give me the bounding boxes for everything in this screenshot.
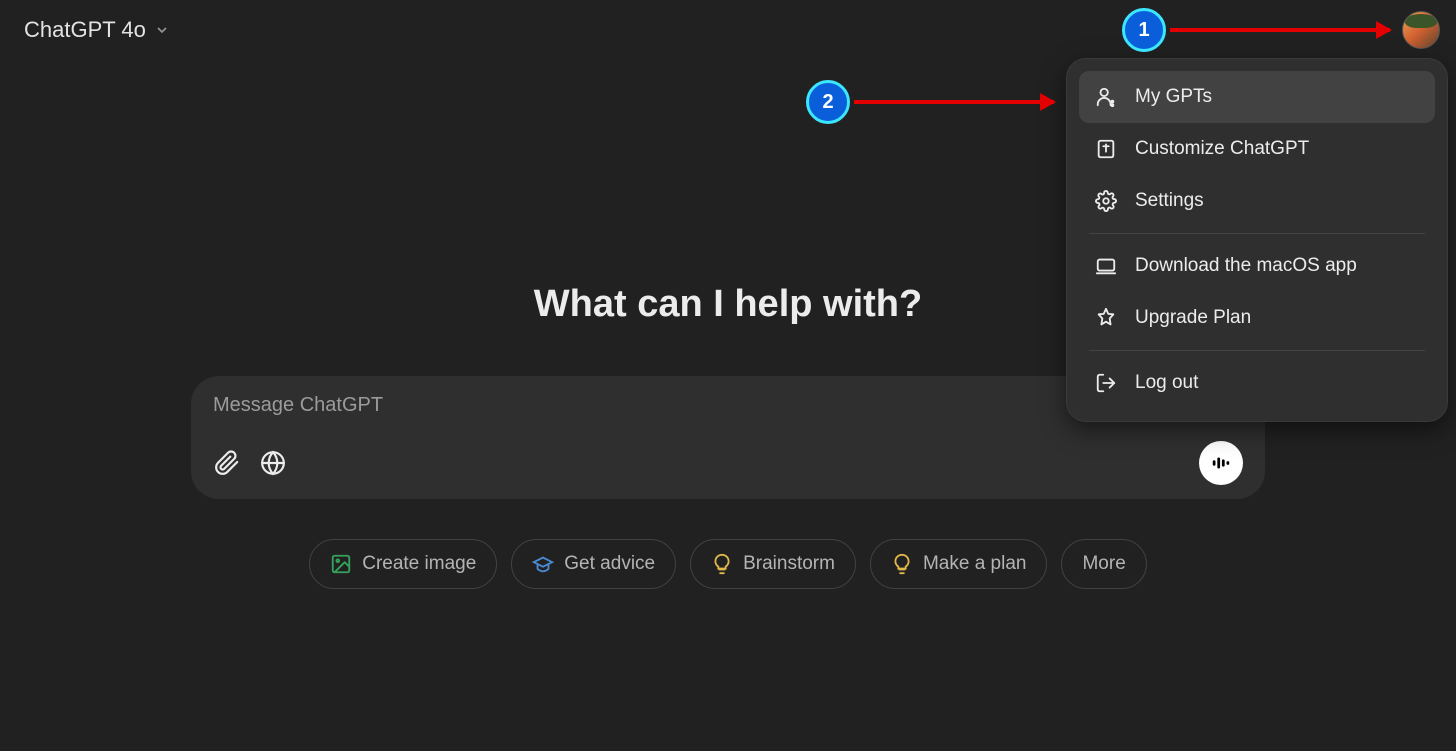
menu-divider [1089, 350, 1425, 351]
logout-icon [1095, 372, 1117, 394]
globe-icon [260, 450, 286, 476]
menu-label: Download the macOS app [1135, 255, 1357, 277]
suggestion-chips: Create image Get advice Brainstorm Make … [309, 539, 1147, 589]
hero-title: What can I help with? [534, 283, 922, 326]
chip-make-plan[interactable]: Make a plan [870, 539, 1048, 589]
menu-upgrade[interactable]: Upgrade Plan [1079, 292, 1435, 344]
menu-my-gpts[interactable]: My GPTs [1079, 71, 1435, 123]
chip-label: Make a plan [923, 553, 1027, 575]
menu-label: Upgrade Plan [1135, 307, 1251, 329]
chip-label: More [1082, 553, 1125, 575]
attach-button[interactable] [213, 449, 241, 477]
gear-icon [1095, 190, 1117, 212]
chip-get-advice[interactable]: Get advice [511, 539, 676, 589]
web-button[interactable] [259, 449, 287, 477]
customize-icon [1095, 138, 1117, 160]
annotation-callout-2: 2 [806, 80, 850, 124]
chip-create-image[interactable]: Create image [309, 539, 497, 589]
bulb-icon [891, 553, 913, 575]
menu-label: My GPTs [1135, 86, 1212, 108]
laptop-icon [1095, 255, 1117, 277]
upgrade-icon [1095, 307, 1117, 329]
bulb-icon [711, 553, 733, 575]
voice-button[interactable] [1199, 441, 1243, 485]
annotation-arrow-1 [1170, 28, 1390, 32]
user-menu: My GPTs Customize ChatGPT Settings Downl… [1066, 58, 1448, 422]
chip-label: Brainstorm [743, 553, 835, 575]
chip-more[interactable]: More [1061, 539, 1146, 589]
menu-label: Log out [1135, 372, 1198, 394]
menu-download-app[interactable]: Download the macOS app [1079, 240, 1435, 292]
waveform-icon [1210, 452, 1232, 474]
menu-divider [1089, 233, 1425, 234]
image-icon [330, 553, 352, 575]
chip-brainstorm[interactable]: Brainstorm [690, 539, 856, 589]
menu-settings[interactable]: Settings [1079, 175, 1435, 227]
annotation-callout-1: 1 [1122, 8, 1166, 52]
menu-label: Customize ChatGPT [1135, 138, 1309, 160]
menu-label: Settings [1135, 190, 1204, 212]
chip-label: Get advice [564, 553, 655, 575]
user-gpt-icon [1095, 86, 1117, 108]
menu-logout[interactable]: Log out [1079, 357, 1435, 409]
paperclip-icon [214, 450, 240, 476]
chip-label: Create image [362, 553, 476, 575]
advice-icon [532, 553, 554, 575]
composer-toolbar [213, 441, 1243, 485]
menu-customize[interactable]: Customize ChatGPT [1079, 123, 1435, 175]
annotation-arrow-2 [854, 100, 1054, 104]
